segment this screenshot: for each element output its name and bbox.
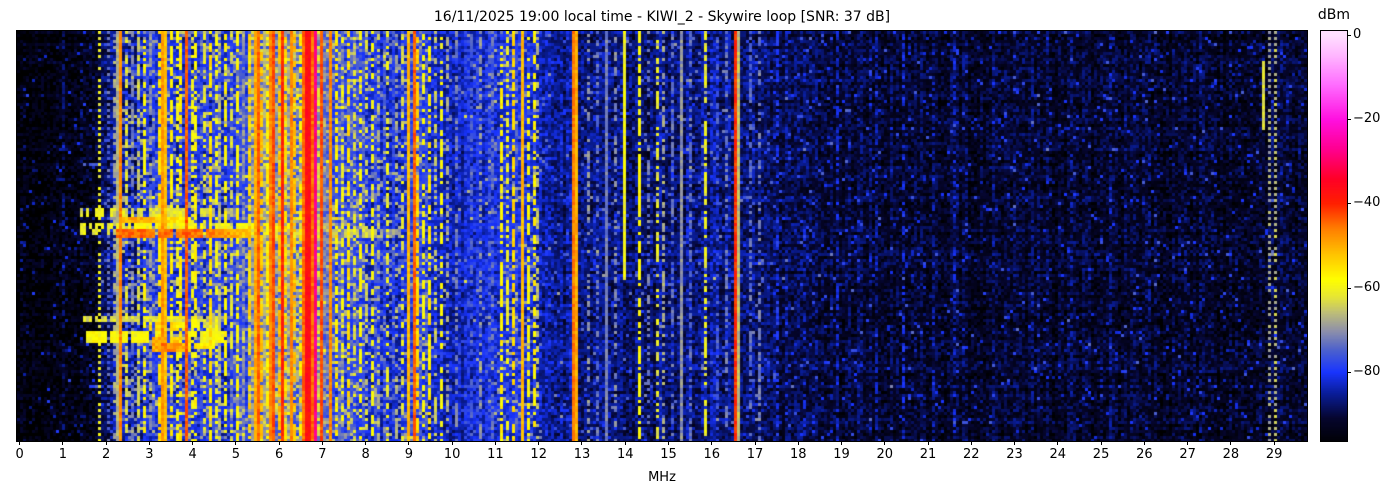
x-tick-label: 0 <box>15 447 24 462</box>
x-tick-label: 6 <box>275 447 284 462</box>
chart-title: 16/11/2025 19:00 local time - KIWI_2 - S… <box>433 9 891 25</box>
x-tick-label: 17 <box>746 447 764 462</box>
x-tick-label: 1 <box>58 447 67 462</box>
x-tick-label: 16 <box>703 447 720 462</box>
colorbar-label: dBm <box>1317 7 1351 23</box>
colorbar-tick-label: −60 <box>1353 279 1381 295</box>
x-tick-label: 27 <box>1179 447 1196 462</box>
x-tick-label: 5 <box>231 447 241 462</box>
colorbar-tick-label: −40 <box>1353 195 1381 211</box>
colorbar-tick-label: −80 <box>1353 363 1381 379</box>
colorbar-tick-label: −20 <box>1353 111 1381 127</box>
x-tick-label: 25 <box>1092 447 1110 462</box>
x-tick-label: 4 <box>188 447 197 462</box>
x-tick-label: 14 <box>616 447 634 462</box>
x-tick-label: 10 <box>443 447 461 462</box>
x-tick-label: 15 <box>660 447 677 462</box>
x-tick-label: 11 <box>487 447 504 462</box>
colorbar-frame <box>1320 30 1348 442</box>
x-tick-label: 19 <box>833 447 850 462</box>
x-tick-label: 13 <box>573 447 591 462</box>
spectrogram-frame <box>16 30 1308 442</box>
spectrogram-canvas <box>17 31 1307 441</box>
x-tick-label: 7 <box>318 447 327 462</box>
x-tick-label: 29 <box>1265 447 1283 462</box>
x-tick-label: 26 <box>1136 447 1153 462</box>
x-tick-label: 21 <box>919 447 937 462</box>
colorbar-tick-label: 0 <box>1353 27 1362 43</box>
x-tick-label: 18 <box>789 447 807 462</box>
colorbar-canvas <box>1321 31 1347 441</box>
x-tick-label: 9 <box>404 447 414 462</box>
x-tick-label: 24 <box>1049 447 1067 462</box>
x-tick-label: 2 <box>101 447 111 462</box>
x-tick-label: 20 <box>876 447 894 462</box>
x-tick-label: 3 <box>145 447 154 462</box>
x-axis-label: MHz <box>648 470 676 485</box>
x-tick-label: 28 <box>1222 447 1240 462</box>
x-tick-label: 12 <box>530 447 547 462</box>
x-tick-label: 23 <box>1006 447 1023 462</box>
x-tick-label: 22 <box>963 447 980 462</box>
x-tick-label: 8 <box>361 447 370 462</box>
figure-container: 16/11/2025 19:00 local time - KIWI_2 - S… <box>0 0 1400 500</box>
